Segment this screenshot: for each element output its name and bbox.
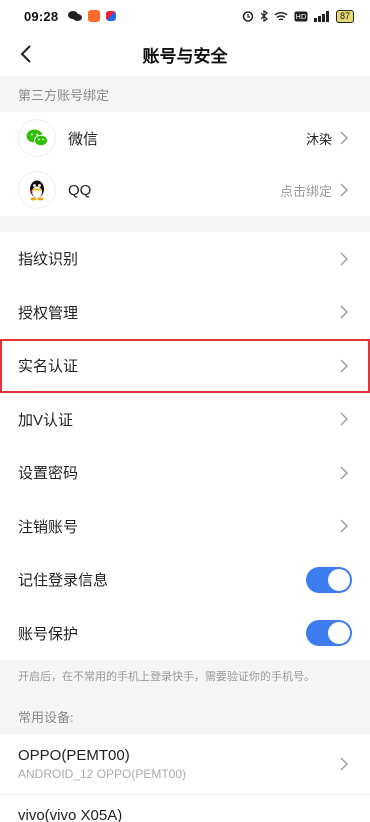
chevron-right-icon xyxy=(340,466,348,480)
menu-realname-label: 实名认证 xyxy=(18,358,79,376)
remember-login-toggle[interactable] xyxy=(306,566,352,593)
wechat-icon xyxy=(26,129,48,147)
devices-section-header: 常用设备: xyxy=(18,709,74,725)
menu-v-verification-label: 加V认证 xyxy=(18,411,74,429)
qq-bind-prompt: 点击绑定 xyxy=(279,183,332,199)
back-button[interactable] xyxy=(12,40,40,68)
protection-hint: 开启后，在不常用的手机上登录快手，需要验证你的手机号。 xyxy=(18,671,315,683)
menu-account-protection-label: 账号保护 xyxy=(18,625,79,643)
account-protection-toggle[interactable] xyxy=(306,620,352,647)
app-icon-orange xyxy=(88,10,101,22)
qq-label: QQ xyxy=(68,181,92,199)
navigation-bar: 账号与安全 xyxy=(0,32,370,76)
third-party-row-wechat[interactable]: 微信 沐染 xyxy=(0,112,370,164)
status-time: 09:28 xyxy=(24,8,59,24)
chevron-right-icon xyxy=(340,359,348,373)
chevron-right-icon xyxy=(340,305,348,319)
menu-v-verification[interactable]: 加V认证 xyxy=(0,392,370,446)
qq-value-group: 点击绑定 xyxy=(280,181,352,200)
bluetooth-icon xyxy=(260,10,268,22)
chevron-right-icon xyxy=(340,757,348,771)
menu-set-password[interactable]: 设置密码 xyxy=(0,446,370,500)
device-subtitle: ANDROID_12 OPPO(PEMT00) xyxy=(18,767,187,781)
wechat-bound-name: 沐染 xyxy=(305,131,332,147)
chevron-right-icon xyxy=(340,519,348,533)
menu-fingerprint[interactable]: 指纹识别 xyxy=(0,232,370,286)
menu-account-protection: 账号保护 xyxy=(0,606,370,660)
wechat-avatar xyxy=(18,119,56,157)
wechat-label: 微信 xyxy=(68,130,99,148)
wifi-icon xyxy=(274,11,288,21)
third-party-list: 微信 沐染 QQ 点击绑定 xyxy=(0,112,370,216)
chevron-right-icon xyxy=(340,412,348,426)
menu-authorization-label: 授权管理 xyxy=(18,304,79,322)
device-row[interactable]: vivo(vivo X05A) xyxy=(0,794,370,822)
menu-realname-verification[interactable]: 实名认证 xyxy=(0,339,370,393)
chevron-right-icon xyxy=(340,131,348,145)
chevron-left-icon xyxy=(20,45,31,63)
menu-cancel-account[interactable]: 注销账号 xyxy=(0,499,370,553)
app-icon-multicolor xyxy=(106,11,117,21)
section-gap xyxy=(0,216,370,232)
wechat-value-group: 沐染 xyxy=(306,129,352,148)
menu-fingerprint-label: 指纹识别 xyxy=(18,251,79,269)
hd-icon: HD xyxy=(294,11,308,21)
device-text: OPPO(PEMT00) ANDROID_12 OPPO(PEMT00) xyxy=(18,747,186,781)
status-right: HD 87 xyxy=(242,9,354,23)
page-title: 账号与安全 xyxy=(142,46,228,66)
menu-set-password-label: 设置密码 xyxy=(18,465,79,483)
device-name: OPPO(PEMT00) xyxy=(18,747,130,764)
signal-icon xyxy=(313,10,329,22)
chevron-right-icon xyxy=(340,252,348,266)
menu-cancel-account-label: 注销账号 xyxy=(18,518,79,536)
third-party-section-header: 第三方账号绑定 xyxy=(0,76,370,112)
chat-icon xyxy=(68,11,83,21)
menu-authorization[interactable]: 授权管理 xyxy=(0,285,370,339)
status-bar: 09:28 HD 87 xyxy=(0,0,370,32)
third-party-row-qq[interactable]: QQ 点击绑定 xyxy=(0,164,370,216)
menu-remember-login-label: 记住登录信息 xyxy=(18,572,109,590)
device-row[interactable]: OPPO(PEMT00) ANDROID_12 OPPO(PEMT00) xyxy=(0,734,370,794)
menu-remember-login: 记住登录信息 xyxy=(0,553,370,607)
svg-text:HD: HD xyxy=(296,13,307,21)
qq-avatar xyxy=(18,171,56,209)
chevron-right-icon xyxy=(340,183,348,197)
status-app-icons xyxy=(68,10,117,22)
battery-indicator: 87 xyxy=(335,9,354,23)
device-name: vivo(vivo X05A) xyxy=(18,807,123,822)
qq-penguin-icon xyxy=(30,180,44,201)
alarm-icon xyxy=(242,11,254,22)
